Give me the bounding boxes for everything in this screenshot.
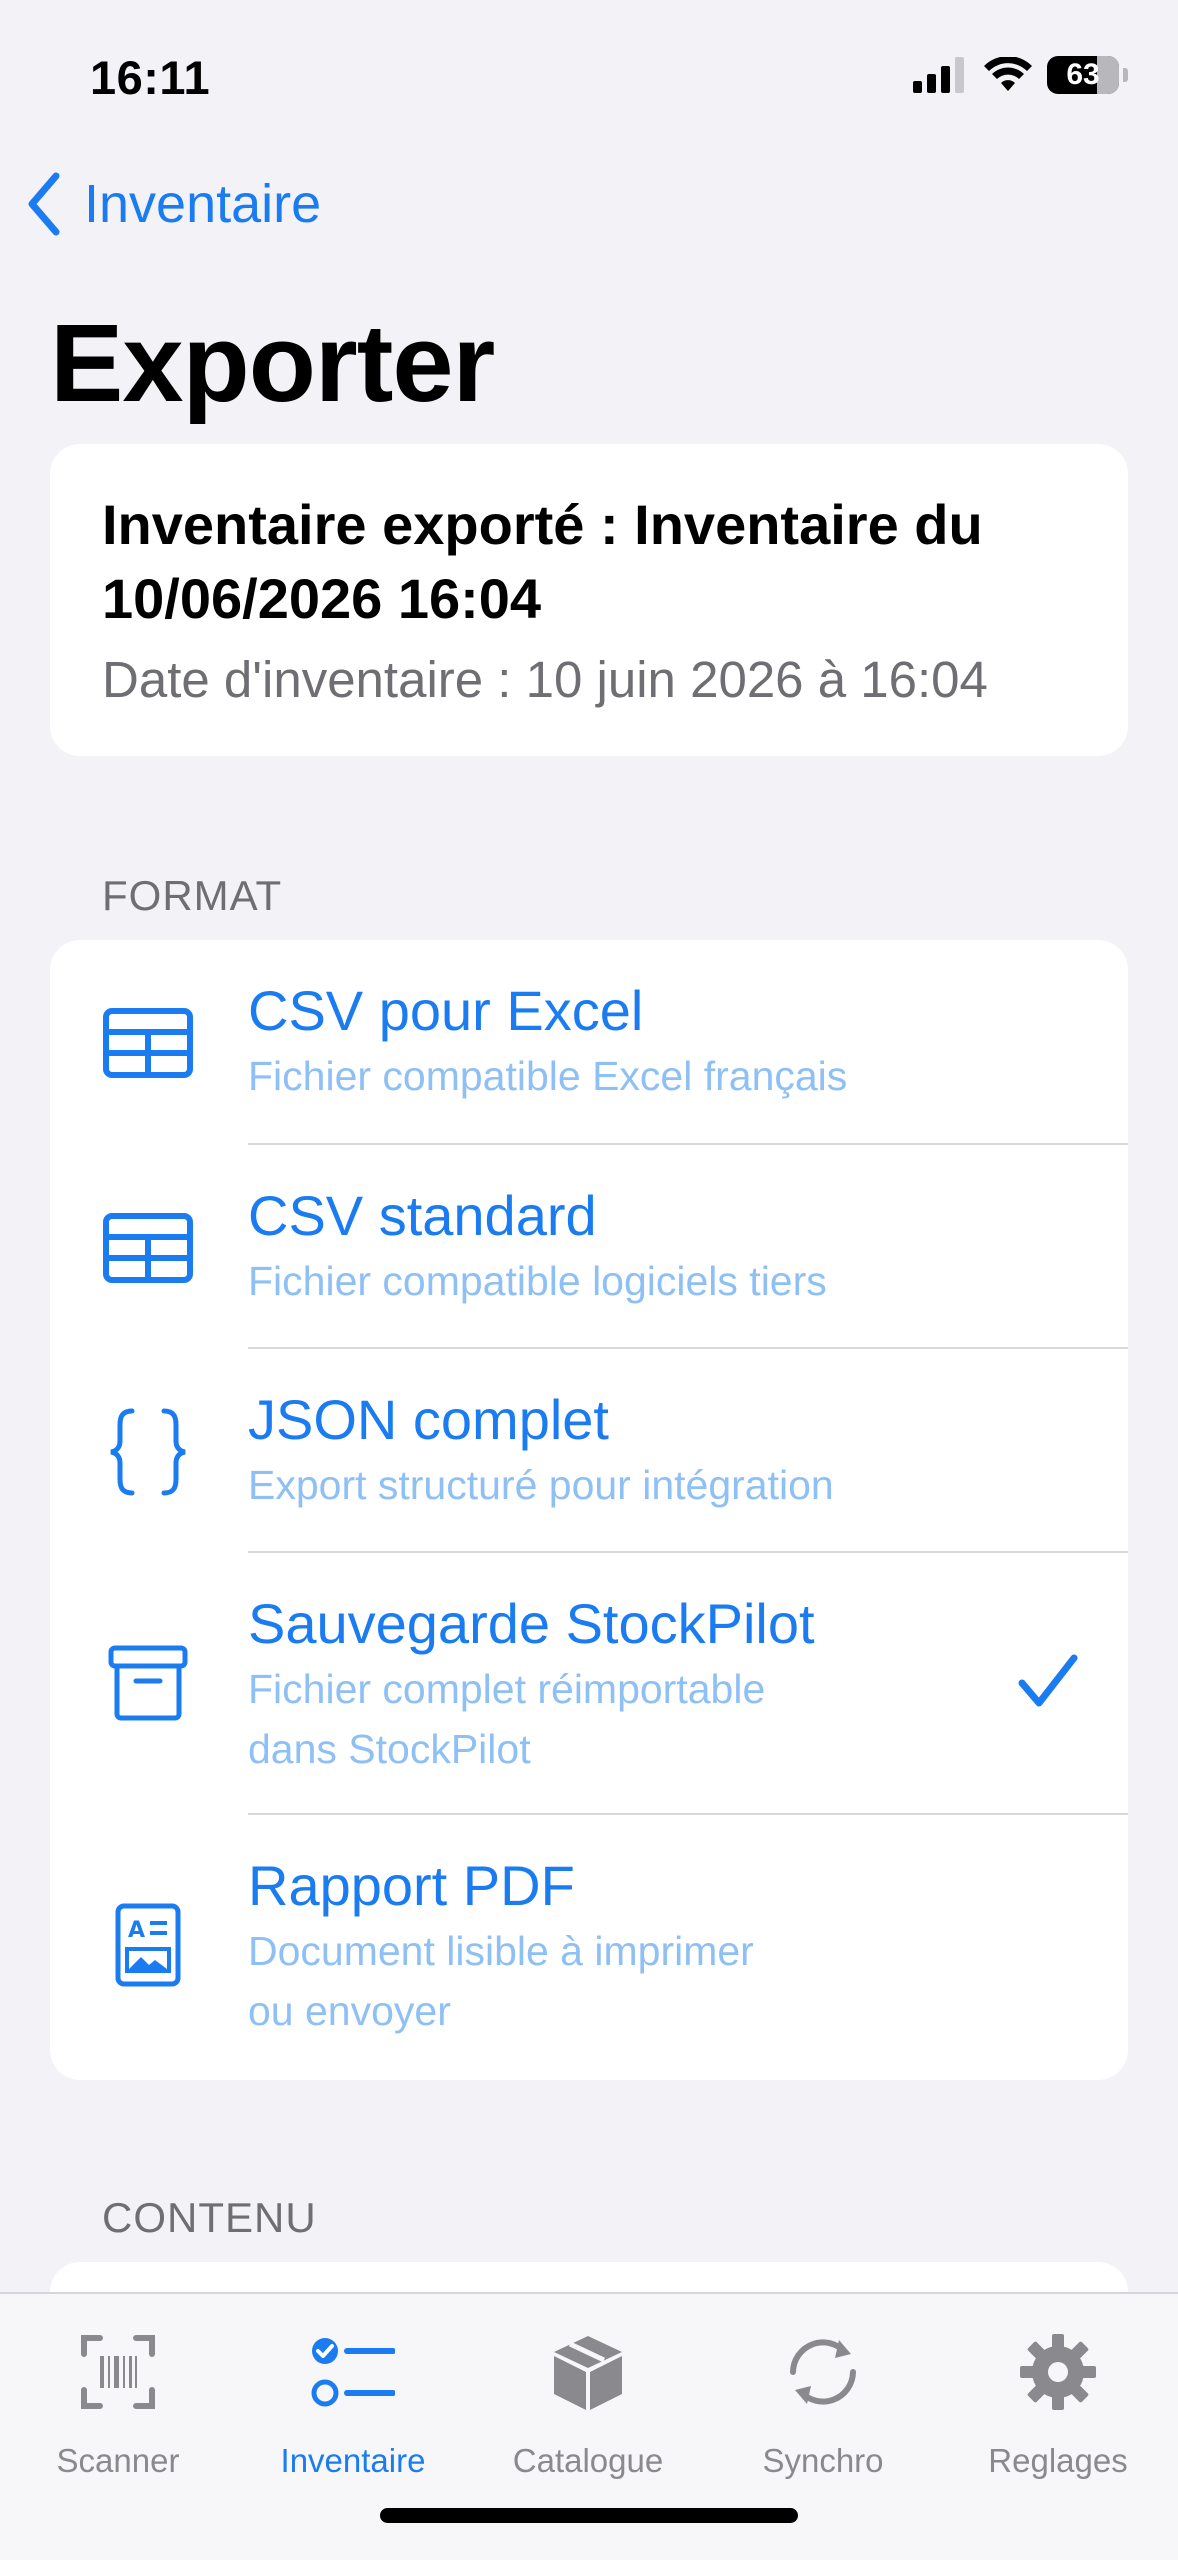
tab-catalogue[interactable]: Catalogue — [470, 2312, 706, 2480]
status-bar: 16:11 63 — [0, 0, 1178, 150]
option-title: CSV standard — [248, 1184, 597, 1247]
format-options-card: CSV pour Excel Fichier compatible Excel … — [50, 940, 1128, 2080]
package-box-icon — [470, 2312, 706, 2432]
checkmark-icon — [1018, 1653, 1078, 1714]
checklist-icon — [235, 2312, 471, 2432]
home-indicator[interactable] — [380, 2508, 798, 2523]
inventory-date: Date d'inventaire : 10 juin 2026 à 16:04 — [102, 651, 988, 708]
document-image-icon: A — [100, 1903, 196, 1987]
battery-cap — [1123, 68, 1128, 82]
content-section-header: CONTENU — [102, 2194, 317, 2241]
format-option-pdf-report[interactable]: A Rapport PDF Document lisible à imprime… — [50, 1815, 1128, 2080]
option-subtitle-line2: dans StockPilot — [248, 1726, 531, 1772]
tab-label: Reglages — [988, 2442, 1128, 2479]
status-time: 16:11 — [90, 51, 211, 104]
option-subtitle: Fichier compatible logiciels tiers — [248, 1258, 827, 1304]
option-title: JSON complet — [248, 1388, 609, 1451]
table-icon — [100, 1008, 196, 1078]
tab-reglages[interactable]: Reglages — [940, 2312, 1176, 2480]
tab-scanner[interactable]: Scanner — [0, 2312, 236, 2480]
option-subtitle-line2: ou envoyer — [248, 1988, 451, 2034]
format-section-header: FORMAT — [102, 872, 283, 919]
sync-arrows-icon — [705, 2312, 941, 2432]
tab-inventaire[interactable]: Inventaire — [235, 2312, 471, 2480]
chevron-left-icon — [28, 172, 60, 236]
battery-icon: 63 — [1047, 56, 1119, 94]
tab-label: Inventaire — [280, 2442, 426, 2479]
archive-box-icon — [100, 1645, 196, 1721]
cellular-signal-icon — [913, 57, 964, 93]
curly-braces-icon — [100, 1407, 196, 1497]
option-subtitle: Fichier compatible Excel français — [248, 1053, 848, 1099]
tab-label: Scanner — [56, 2442, 180, 2479]
summary-title: Inventaire exporté : Inventaire du 10/06… — [102, 488, 1076, 636]
back-button[interactable]: Inventaire — [26, 172, 321, 236]
battery-level: 63 — [1066, 58, 1100, 91]
option-title: CSV pour Excel — [248, 979, 644, 1042]
summary-card: Inventaire exporté : Inventaire du 10/06… — [50, 444, 1128, 756]
option-subtitle: Export structuré pour intégration — [248, 1462, 834, 1508]
tab-synchro[interactable]: Synchro — [705, 2312, 941, 2480]
status-icons: 63 — [913, 56, 1128, 94]
format-option-stockpilot-backup[interactable]: Sauvegarde StockPilot Fichier complet ré… — [50, 1553, 1128, 1815]
table-icon — [100, 1213, 196, 1283]
format-option-csv-excel[interactable]: CSV pour Excel Fichier compatible Excel … — [50, 940, 1128, 1145]
wifi-icon — [984, 57, 1032, 91]
summary-title-line2: 10/06/2026 16:04 — [102, 567, 542, 630]
back-label: Inventaire — [84, 174, 322, 234]
tab-label: Catalogue — [512, 2442, 664, 2479]
option-title: Sauvegarde StockPilot — [248, 1592, 815, 1655]
gear-icon — [940, 2312, 1176, 2432]
format-option-json[interactable]: JSON complet Export structuré pour intég… — [50, 1349, 1128, 1553]
summary-title-line1: Inventaire exporté : Inventaire du — [102, 493, 983, 556]
svg-text:A: A — [128, 1918, 145, 1943]
option-subtitle-line1: Fichier complet réimportable — [248, 1666, 766, 1712]
barcode-scanner-icon — [0, 2312, 236, 2432]
option-subtitle-line1: Document lisible à imprimer — [248, 1928, 754, 1974]
page-title: Exporter — [50, 302, 495, 425]
format-option-csv-standard[interactable]: CSV standard Fichier compatible logiciel… — [50, 1145, 1128, 1349]
tab-label: Synchro — [762, 2442, 884, 2479]
option-title: Rapport PDF — [248, 1854, 575, 1917]
